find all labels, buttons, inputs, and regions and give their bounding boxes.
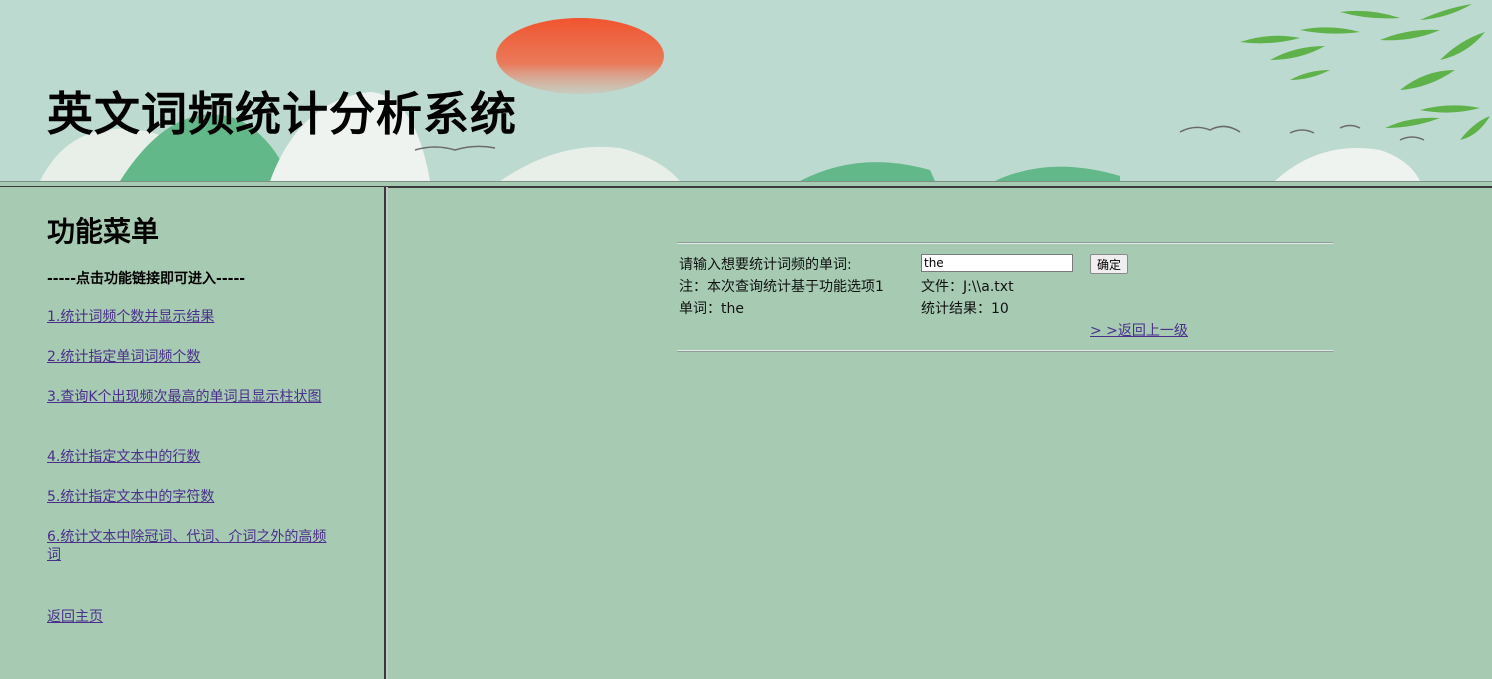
count-result-label: 统计结果：10 [921, 301, 1009, 317]
page-title: 英文词频统计分析系统 [47, 87, 517, 141]
word-input[interactable] [921, 254, 1073, 272]
note-label: 注：本次查询统计基于功能选项1 [679, 279, 884, 295]
main-content: 请输入想要统计词频的单词: 确定 注：本次查询统计基于功能选项1 文件：J:\\… [388, 187, 1492, 679]
sidebar-item-character-count[interactable]: 5.统计指定文本中的字符数 [47, 488, 337, 506]
menu-title: 功能菜单 [47, 215, 160, 248]
sidebar-item-word-frequency-count[interactable]: 1.统计词频个数并显示结果 [47, 308, 337, 326]
confirm-button[interactable]: 确定 [1090, 254, 1129, 274]
sun-icon [496, 18, 664, 94]
sidebar-menu: 功能菜单 -----点击功能链接即可进入----- 1.统计词频个数并显示结果 … [0, 187, 386, 679]
header-banner: 英文词频统计分析系统 [0, 0, 1492, 182]
sidebar-item-top-k-bar-chart[interactable]: 3.查询K个出现频次最高的单词且显示柱状图 [47, 388, 337, 406]
home-link[interactable]: 返回主页 [47, 608, 337, 626]
word-prompt-label: 请输入想要统计词频的单词: [679, 257, 852, 273]
sidebar-item-high-frequency-words[interactable]: 6.统计文本中除冠词、代词、介词之外的高频词 [47, 528, 337, 564]
query-panel: 请输入想要统计词频的单词: 确定 注：本次查询统计基于功能选项1 文件：J:\\… [677, 243, 1333, 351]
back-link[interactable]: > >返回上一级 [1090, 322, 1188, 340]
file-path-label: 文件：J:\\a.txt [921, 279, 1014, 295]
menu-hint: -----点击功能链接即可进入----- [47, 271, 246, 287]
sidebar-item-specified-word-frequency[interactable]: 2.统计指定单词词频个数 [47, 348, 337, 366]
word-result-label: 单词：the [679, 301, 744, 317]
sidebar-item-line-count[interactable]: 4.统计指定文本中的行数 [47, 448, 337, 466]
